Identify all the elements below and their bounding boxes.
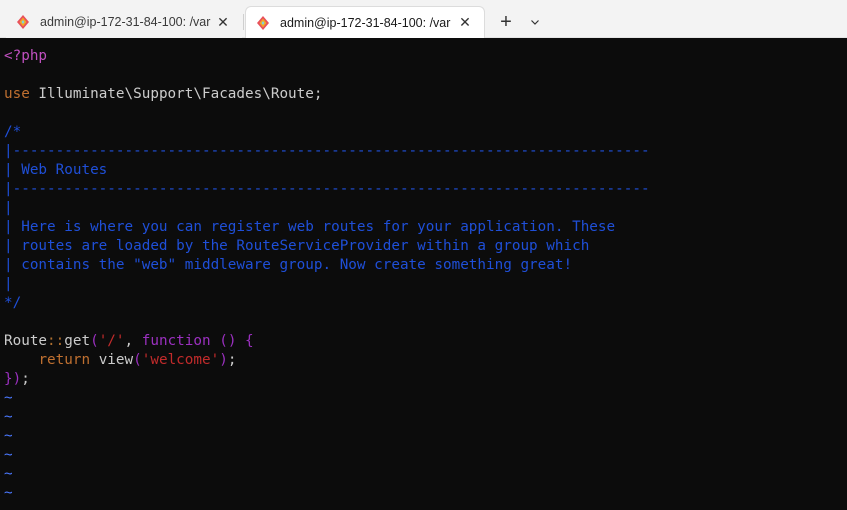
function-signature: () { — [210, 333, 254, 349]
comment-line: | Web Routes — [4, 162, 108, 178]
code-line-close: }); — [4, 370, 30, 389]
comment-line: | — [4, 200, 13, 216]
empty-line-tilde: ~ — [4, 466, 13, 482]
comment-line: |---------------------------------------… — [4, 181, 650, 197]
view-name-string: 'welcome' — [141, 352, 220, 368]
comment-line: | contains the "web" middleware group. N… — [4, 257, 573, 273]
comment-line: | — [4, 276, 13, 292]
empty-line-tilde: ~ — [4, 409, 13, 425]
comment-line: | routes are loaded by the RouteServiceP… — [4, 238, 590, 254]
php-open-tag: <?php — [4, 48, 48, 64]
terminal-editor[interactable]: <?php use Illuminate\Support\Facades\Rou… — [0, 38, 847, 510]
comment-line: /* — [4, 124, 22, 140]
comment-line: */ — [4, 295, 22, 311]
linux-penguin-icon — [17, 15, 29, 29]
comment-line: |---------------------------------------… — [4, 143, 650, 159]
use-namespace: Illuminate\Support\Facades\Route; — [29, 86, 323, 102]
paren-open: ( — [133, 352, 142, 368]
close-tab-button[interactable]: ✕ — [212, 11, 234, 33]
scope-operator: :: — [47, 333, 65, 349]
route-class: Route — [4, 333, 48, 349]
comma: , — [124, 333, 142, 349]
tab-title: admin@ip-172-31-84-100: /var — [40, 15, 211, 29]
closing-brace: }) — [4, 371, 22, 387]
code-line-use: use Illuminate\Support\Facades\Route; — [4, 85, 322, 104]
tab-terminal-1[interactable]: admin@ip-172-31-84-100: /var ✕ — [6, 6, 242, 38]
empty-line-tilde: ~ — [4, 390, 13, 406]
new-tab-button[interactable]: + — [494, 10, 518, 34]
empty-line-tilde: ~ — [4, 428, 13, 444]
code-line-return: return view('welcome'); — [4, 351, 236, 370]
empty-line-tilde: ~ — [4, 447, 13, 463]
paren-open: ( — [90, 333, 99, 349]
tab-divider — [243, 14, 244, 30]
route-method: get — [64, 333, 91, 349]
tab-title: admin@ip-172-31-84-100: /var — [280, 15, 451, 30]
close-tab-button[interactable]: ✕ — [454, 12, 476, 34]
dropdown-button[interactable] — [524, 10, 546, 34]
use-keyword: use — [4, 86, 30, 102]
route-path-string: '/' — [98, 333, 125, 349]
tab-terminal-2[interactable]: admin@ip-172-31-84-100: /var ✕ — [245, 6, 485, 38]
view-call: view — [90, 352, 134, 368]
function-keyword: function — [141, 333, 211, 349]
linux-penguin-icon — [257, 15, 269, 30]
comment-line: | Here is where you can register web rou… — [4, 219, 616, 235]
code-line-php-open: <?php — [4, 47, 47, 66]
return-keyword: return — [38, 352, 91, 368]
tab-bar: admin@ip-172-31-84-100: /var ✕ admin@ip-… — [0, 0, 847, 38]
paren-close: ) — [219, 352, 228, 368]
semicolon: ; — [227, 352, 237, 368]
semicolon: ; — [21, 371, 30, 387]
empty-line-tilde: ~ — [4, 485, 13, 501]
chevron-down-icon — [531, 20, 539, 25]
code-line-route: Route::get('/', function () { — [4, 332, 254, 351]
